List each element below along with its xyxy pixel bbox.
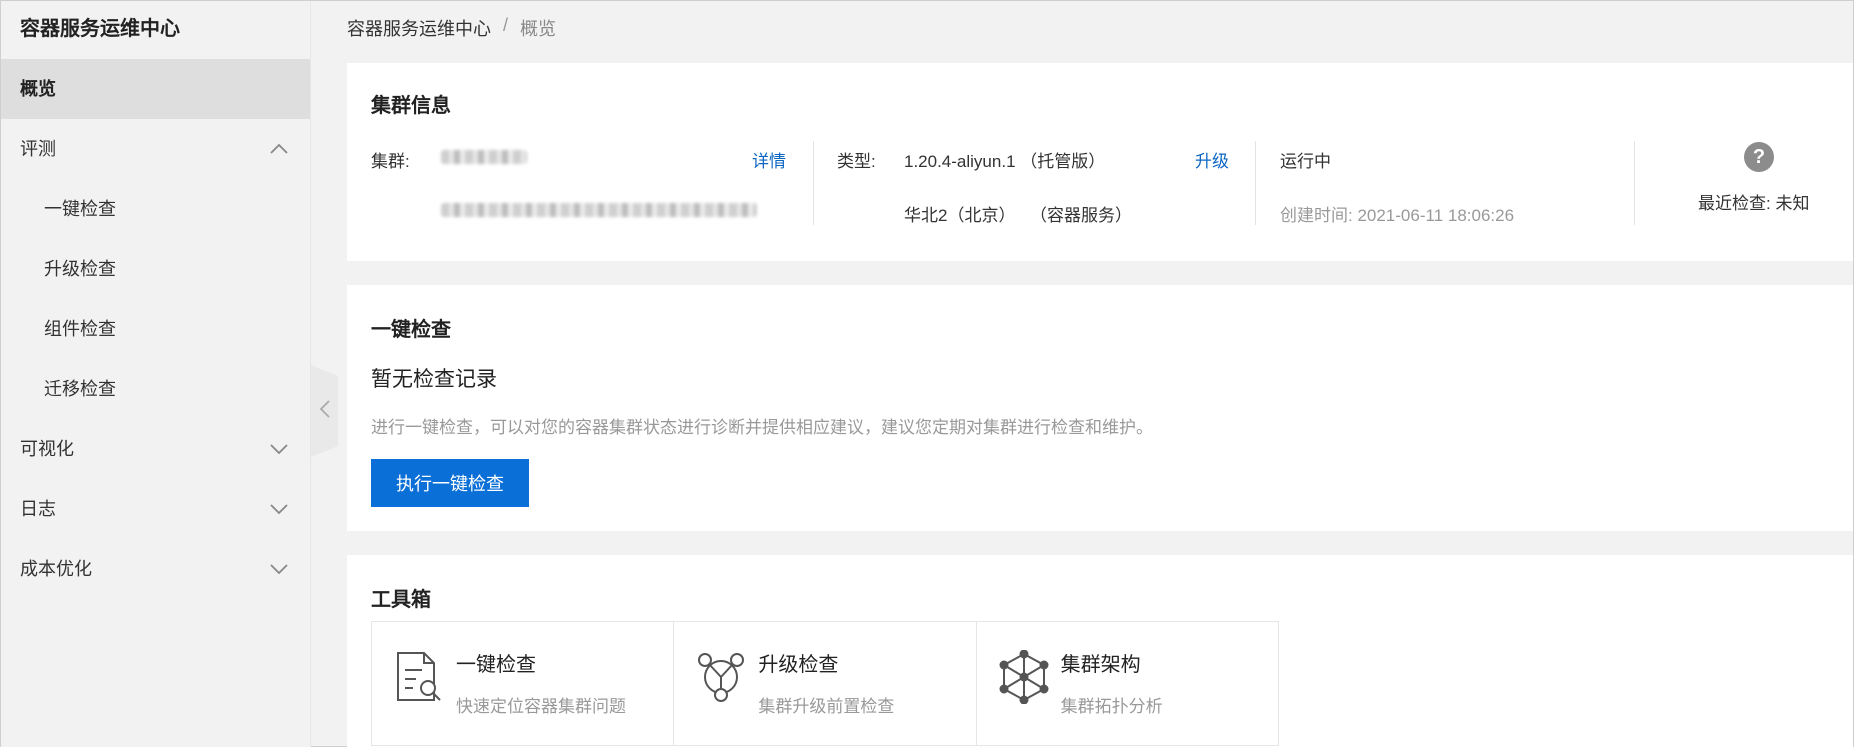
tool-name: 一键检查 (456, 654, 536, 676)
breadcrumb: 容器服务运维中心 / 概览 (347, 15, 556, 41)
last-check: 最近检查: 未知 (1698, 194, 1810, 213)
sidebar-item-cost-optimization[interactable]: 成本优化 (1, 539, 310, 599)
created-time: 创建时间: 2021-06-11 18:06:26 (1280, 206, 1515, 225)
main-content: 容器服务运维中心 / 概览 集群信息 集群: 详情 类型: 1.20.4-ali… (311, 1, 1853, 747)
cluster-name-redacted (441, 150, 527, 164)
sidebar-item-visualization[interactable]: 可视化 (1, 419, 310, 479)
topology-cube-icon (999, 649, 1049, 705)
tool-desc: 集群拓扑分析 (1060, 697, 1163, 716)
sidebar-item-label: 概览 (20, 79, 56, 99)
chevron-up-icon (270, 119, 288, 179)
cluster-version: 1.20.4-aliyun.1 （托管版） (904, 152, 1106, 171)
chevron-down-icon (270, 419, 288, 479)
divider (1634, 141, 1635, 225)
sidebar: 容器服务运维中心 概览 评测 一键检查 升级检查 组件检查 迁移检查 可视化 日… (1, 1, 311, 747)
divider (813, 141, 814, 225)
document-search-icon (394, 650, 444, 704)
chevron-down-icon (270, 479, 288, 539)
tool-one-click-check[interactable]: 一键检查 快速定位容器集群问题 (372, 622, 675, 745)
detail-link[interactable]: 详情 (752, 147, 786, 172)
cluster-label: 集群: (371, 152, 410, 171)
empty-record-title: 暂无检查记录 (371, 368, 497, 391)
sidebar-item-label: 日志 (20, 499, 56, 519)
sidebar-item-upgrade-check[interactable]: 升级检查 (1, 239, 310, 299)
sidebar-title: 容器服务运维中心 (20, 18, 180, 40)
sidebar-item-label: 升级检查 (44, 259, 116, 279)
tool-upgrade-check[interactable]: 升级检查 集群升级前置检查 (674, 622, 977, 745)
sidebar-item-overview[interactable]: 概览 (1, 59, 310, 119)
cluster-region: 华北2（北京） (904, 206, 1016, 225)
check-description: 进行一键检查，可以对您的容器集群状态进行诊断并提供相应建议，建议您定期对集群进行… (371, 418, 1153, 437)
sidebar-item-label: 组件检查 (44, 319, 116, 339)
one-click-check-title: 一键检查 (371, 319, 451, 341)
chevron-down-icon (270, 539, 288, 599)
breadcrumb-separator: / (503, 15, 509, 35)
cluster-info-title: 集群信息 (371, 95, 451, 117)
sidebar-item-logs[interactable]: 日志 (1, 479, 310, 539)
sidebar-item-label: 一键检查 (44, 199, 116, 219)
sidebar-item-label: 迁移检查 (44, 379, 116, 399)
cluster-status: 运行中 (1280, 152, 1331, 171)
sidebar-item-component-check[interactable]: 组件检查 (1, 299, 310, 359)
upgrade-link[interactable]: 升级 (1195, 147, 1229, 172)
sidebar-item-label: 评测 (20, 139, 56, 159)
one-click-check-card: 一键检查 暂无检查记录 进行一键检查，可以对您的容器集群状态进行诊断并提供相应建… (347, 285, 1853, 531)
toolbox-card: 工具箱 一键检查 快速定位容器集群问题 升级检查 集群升级前置检查 集群架构 集… (347, 555, 1853, 747)
tool-desc: 集群升级前置检查 (758, 697, 895, 716)
toolbox-grid: 一键检查 快速定位容器集群问题 升级检查 集群升级前置检查 集群架构 集群拓扑分… (371, 621, 1279, 746)
cluster-id-redacted (441, 203, 757, 217)
cluster-service: （容器服务） (1030, 206, 1132, 225)
help-icon[interactable]: ? (1744, 142, 1774, 172)
run-check-button[interactable]: 执行一键检查 (371, 459, 529, 507)
tool-desc: 快速定位容器集群问题 (456, 697, 626, 716)
tool-name: 升级检查 (758, 654, 839, 676)
breadcrumb-root[interactable]: 容器服务运维中心 (347, 15, 491, 41)
tool-cluster-architecture[interactable]: 集群架构 集群拓扑分析 (977, 622, 1278, 745)
network-triangle-icon (696, 650, 746, 704)
tool-name: 集群架构 (1060, 654, 1141, 676)
sidebar-item-migration-check[interactable]: 迁移检查 (1, 359, 310, 419)
type-label: 类型: (837, 152, 876, 171)
sidebar-item-label: 成本优化 (20, 559, 92, 579)
breadcrumb-current: 概览 (520, 19, 557, 39)
cluster-info-card: 集群信息 集群: 详情 类型: 1.20.4-aliyun.1 （托管版） 升级… (347, 63, 1853, 261)
sidebar-item-one-click-check[interactable]: 一键检查 (1, 179, 310, 239)
toolbox-title: 工具箱 (371, 589, 431, 611)
sidebar-item-evaluation[interactable]: 评测 (1, 119, 310, 179)
divider (1255, 141, 1256, 225)
sidebar-item-label: 可视化 (20, 439, 74, 459)
